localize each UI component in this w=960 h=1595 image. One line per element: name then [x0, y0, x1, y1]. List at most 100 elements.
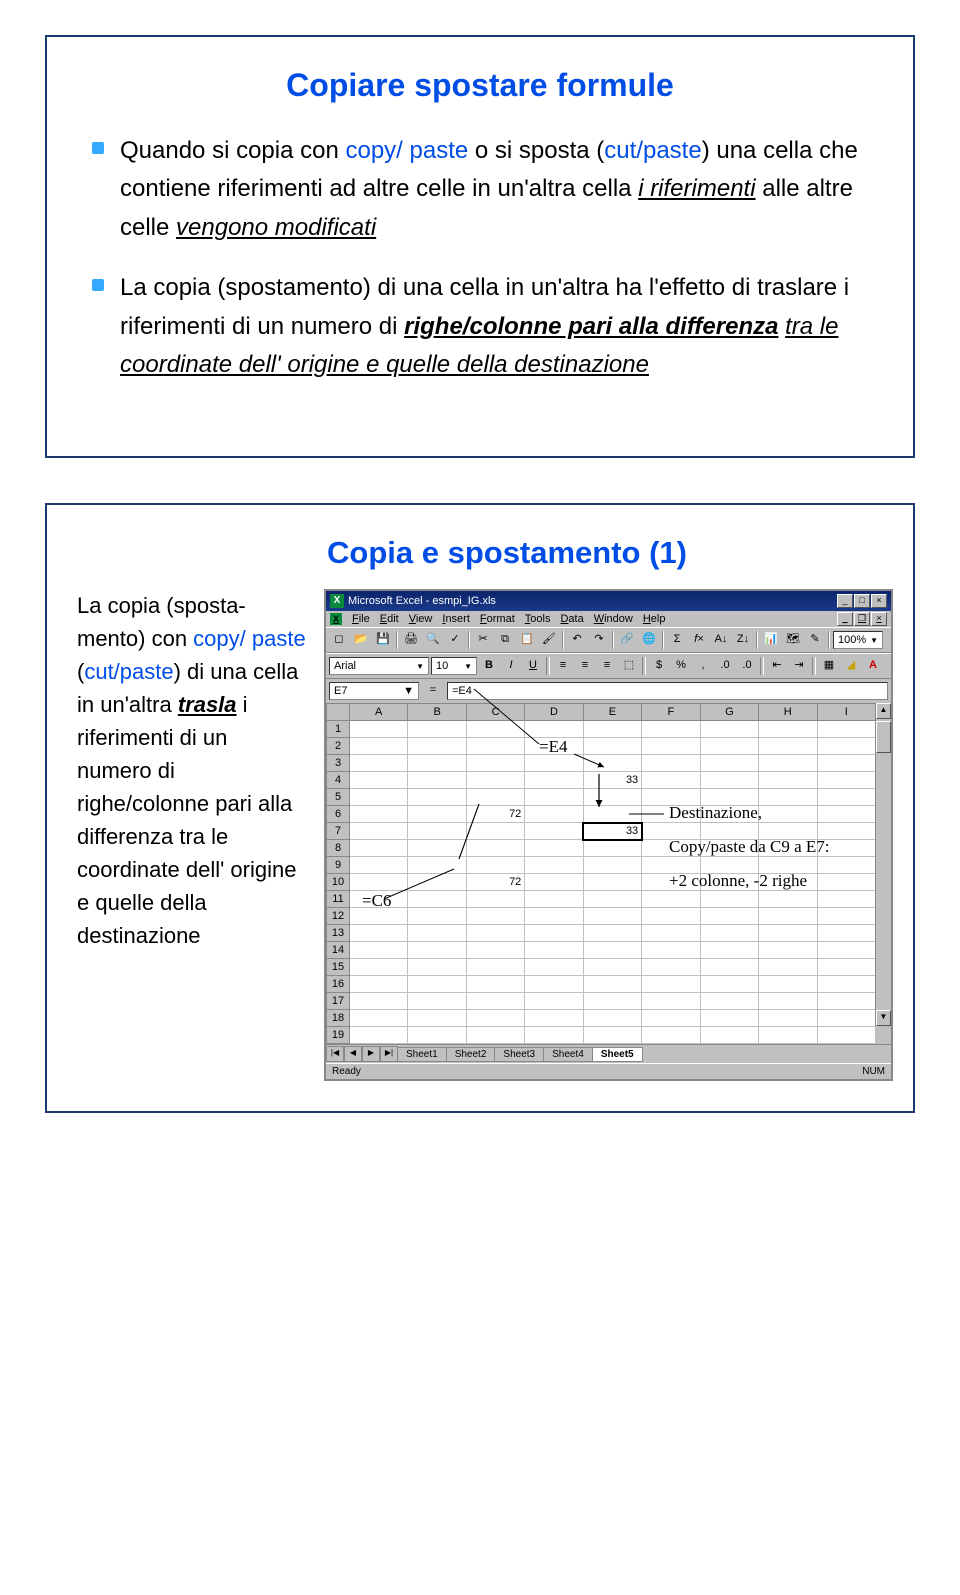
row-15[interactable]: 15 — [327, 959, 350, 976]
window-controls[interactable]: _□× — [836, 594, 887, 608]
row-5[interactable]: 5 — [327, 789, 350, 806]
font-select[interactable]: Arial▼ — [329, 657, 429, 675]
underline-icon[interactable]: U — [523, 656, 543, 676]
cut-icon[interactable]: ✂ — [473, 630, 493, 650]
tab-sheet2[interactable]: Sheet2 — [446, 1047, 496, 1062]
row-3[interactable]: 3 — [327, 755, 350, 772]
col-b[interactable]: B — [408, 704, 466, 721]
col-g[interactable]: G — [700, 704, 758, 721]
comma-icon[interactable]: , — [693, 656, 713, 676]
menu-format[interactable]: Format — [480, 613, 515, 625]
title-bar[interactable]: XMicrosoft Excel - esmpi_IG.xls _□× — [326, 591, 891, 611]
fillcolor-icon[interactable]: ◢ — [841, 656, 861, 676]
name-box[interactable]: E7▼ — [329, 682, 419, 700]
inc-decimal-icon[interactable]: .0 — [715, 656, 735, 676]
tab-sheet1[interactable]: Sheet1 — [397, 1047, 447, 1062]
row-8[interactable]: 8 — [327, 840, 350, 857]
sheet-tabs[interactable]: |◀◀▶▶| Sheet1 Sheet2 Sheet3 Sheet4 Sheet… — [326, 1044, 891, 1063]
menu-tools[interactable]: Tools — [525, 613, 551, 625]
borders-icon[interactable]: ▦ — [819, 656, 839, 676]
row-6[interactable]: 6 — [327, 806, 350, 823]
row-12[interactable]: 12 — [327, 908, 350, 925]
new-icon[interactable]: ◻ — [329, 630, 349, 650]
align-right-icon[interactable]: ≡ — [597, 656, 617, 676]
row-7[interactable]: 7 — [327, 823, 350, 840]
tab-sheet5[interactable]: Sheet5 — [592, 1047, 643, 1062]
fontsize-select[interactable]: 10▼ — [431, 657, 477, 675]
row-10[interactable]: 10 — [327, 874, 350, 891]
map-icon[interactable]: 🗺 — [783, 630, 803, 650]
doc-restore[interactable]: ❐ — [854, 612, 870, 626]
tab-first-icon[interactable]: |◀ — [326, 1046, 344, 1062]
redo-icon[interactable]: ↷ — [589, 630, 609, 650]
row-9[interactable]: 9 — [327, 857, 350, 874]
cell-e4[interactable]: 33 — [583, 772, 641, 789]
tab-sheet4[interactable]: Sheet4 — [543, 1047, 593, 1062]
fontcolor-icon[interactable]: A — [863, 656, 883, 676]
save-icon[interactable]: 💾 — [373, 630, 393, 650]
currency-icon[interactable]: $ — [649, 656, 669, 676]
tab-next-icon[interactable]: ▶ — [362, 1046, 380, 1062]
inc-indent-icon[interactable]: ⇥ — [789, 656, 809, 676]
col-c[interactable]: C — [466, 704, 524, 721]
col-e[interactable]: E — [583, 704, 641, 721]
bold-icon[interactable]: B — [479, 656, 499, 676]
menu-bar[interactable]: X File Edit View Insert Format Tools Dat… — [326, 611, 891, 627]
align-center-icon[interactable]: ≡ — [575, 656, 595, 676]
col-a[interactable]: A — [350, 704, 408, 721]
col-f[interactable]: F — [642, 704, 700, 721]
formula-input[interactable]: =E4 — [447, 682, 888, 700]
undo-icon[interactable]: ↶ — [567, 630, 587, 650]
web-icon[interactable]: 🌐 — [639, 630, 659, 650]
merge-icon[interactable]: ⬚ — [619, 656, 639, 676]
equals-button[interactable]: = — [421, 681, 445, 701]
col-h[interactable]: H — [759, 704, 817, 721]
align-left-icon[interactable]: ≡ — [553, 656, 573, 676]
menu-edit[interactable]: Edit — [380, 613, 399, 625]
row-11[interactable]: 11 — [327, 891, 350, 908]
preview-icon[interactable]: 🔍 — [423, 630, 443, 650]
row-1[interactable]: 1 — [327, 721, 350, 738]
formatting-toolbar[interactable]: Arial▼ 10▼ B I U ≡ ≡ ≡ ⬚ $ % , .0 .0 ⇤ ⇥… — [326, 653, 891, 679]
cell-c10[interactable]: 72 — [466, 874, 524, 891]
close-button[interactable]: × — [871, 594, 887, 608]
paste-icon[interactable]: 📋 — [517, 630, 537, 650]
row-14[interactable]: 14 — [327, 942, 350, 959]
doc-close[interactable]: × — [871, 612, 887, 626]
print-icon[interactable]: 🖨 — [401, 630, 421, 650]
formula-bar[interactable]: E7▼ = =E4 — [326, 679, 891, 703]
dec-decimal-icon[interactable]: .0 — [737, 656, 757, 676]
fx-icon[interactable]: f× — [689, 630, 709, 650]
menu-window[interactable]: Window — [594, 613, 633, 625]
row-16[interactable]: 16 — [327, 976, 350, 993]
standard-toolbar[interactable]: ◻ 📂 💾 🖨 🔍 ✓ ✂ ⧉ 📋 🖌 ↶ ↷ 🔗 🌐 Σ f× A↓ Z↓ 📊… — [326, 627, 891, 653]
chart-icon[interactable]: 📊 — [761, 630, 781, 650]
format-painter-icon[interactable]: 🖌 — [539, 630, 559, 650]
select-all[interactable] — [327, 704, 350, 721]
dec-indent-icon[interactable]: ⇤ — [767, 656, 787, 676]
italic-icon[interactable]: I — [501, 656, 521, 676]
menu-insert[interactable]: Insert — [442, 613, 470, 625]
row-17[interactable]: 17 — [327, 993, 350, 1010]
cell-c6[interactable]: 72 — [466, 806, 524, 823]
tab-sheet3[interactable]: Sheet3 — [494, 1047, 544, 1062]
spell-icon[interactable]: ✓ — [445, 630, 465, 650]
vertical-scrollbar[interactable]: ▲▼ — [875, 703, 891, 1026]
menu-view[interactable]: View — [409, 613, 433, 625]
help-icon[interactable]: ? — [885, 630, 891, 650]
drawing-icon[interactable]: ✎ — [805, 630, 825, 650]
copy-icon[interactable]: ⧉ — [495, 630, 515, 650]
menu-data[interactable]: Data — [560, 613, 583, 625]
tab-prev-icon[interactable]: ◀ — [344, 1046, 362, 1062]
sort-asc-icon[interactable]: A↓ — [711, 630, 731, 650]
tab-last-icon[interactable]: ▶| — [380, 1046, 398, 1062]
row-13[interactable]: 13 — [327, 925, 350, 942]
doc-minimize[interactable]: _ — [837, 612, 853, 626]
link-icon[interactable]: 🔗 — [617, 630, 637, 650]
open-icon[interactable]: 📂 — [351, 630, 371, 650]
row-19[interactable]: 19 — [327, 1027, 350, 1044]
menu-help[interactable]: Help — [643, 613, 666, 625]
row-18[interactable]: 18 — [327, 1010, 350, 1027]
autosum-icon[interactable]: Σ — [667, 630, 687, 650]
minimize-button[interactable]: _ — [837, 594, 853, 608]
